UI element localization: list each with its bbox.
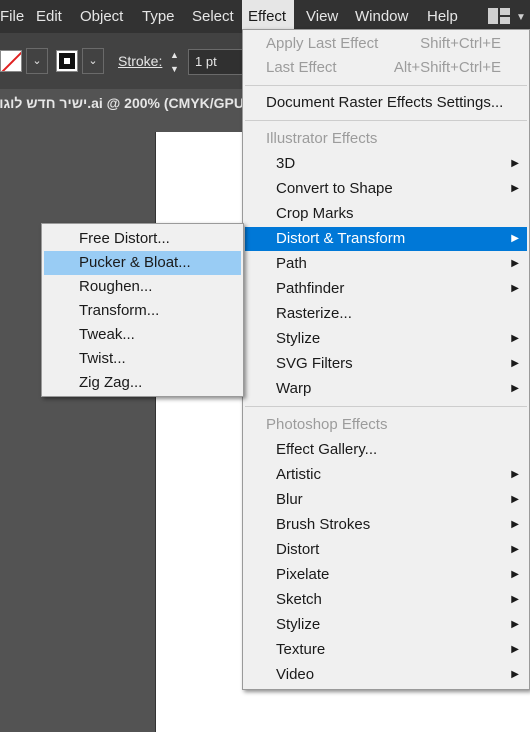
submenu-arrow-icon: ▶	[511, 258, 519, 269]
apply-last-effect-item[interactable]: Apply Last Effect Shift+Ctrl+E	[245, 32, 527, 56]
menu-select[interactable]: Select	[188, 0, 238, 33]
submenu-arrow-icon: ▶	[511, 383, 519, 394]
effect-pathfinder-item[interactable]: Pathfinder ▶	[245, 277, 527, 301]
illustrator-effects-header: Illustrator Effects	[266, 130, 378, 147]
submenu-item-label: Twist...	[79, 350, 126, 367]
tweak-item[interactable]: Tweak...	[44, 323, 241, 347]
distort-transform-submenu: Free Distort... Pucker & Bloat... Roughe…	[41, 223, 244, 397]
effect-convert-to-shape-item[interactable]: Convert to Shape ▶	[245, 177, 527, 201]
document-tab[interactable]: ישיר חדש לוגו.ai @ 200% (CMYK/GPU	[0, 89, 250, 119]
effect-rasterize-item[interactable]: Rasterize...	[245, 302, 527, 326]
none-slash-icon	[1, 51, 21, 71]
stepper-up-icon[interactable]: ▲	[170, 50, 179, 60]
menu-separator	[245, 120, 527, 121]
submenu-arrow-icon: ▶	[511, 544, 519, 555]
workspace-switcher-icon[interactable]	[488, 8, 510, 24]
submenu-arrow-icon: ▶	[511, 283, 519, 294]
submenu-arrow-icon: ▶	[511, 469, 519, 480]
effect-pixelate-item[interactable]: Pixelate ▶	[245, 563, 527, 587]
submenu-item-label: Roughen...	[79, 278, 153, 295]
effect-artistic-item[interactable]: Artistic ▶	[245, 463, 527, 487]
effect-video-item[interactable]: Video ▶	[245, 663, 527, 687]
effect-stylize-item[interactable]: Stylize ▶	[245, 327, 527, 351]
submenu-arrow-icon: ▶	[511, 669, 519, 680]
roughen-item[interactable]: Roughen...	[44, 275, 241, 299]
menu-type[interactable]: Type	[138, 0, 179, 33]
free-distort-item[interactable]: Free Distort...	[44, 227, 241, 251]
submenu-arrow-icon: ▶	[511, 333, 519, 344]
stroke-swatch-icon	[59, 53, 75, 69]
fill-none-swatch[interactable]	[0, 50, 22, 72]
transform-item[interactable]: Transform...	[44, 299, 241, 323]
submenu-arrow-icon: ▶	[511, 569, 519, 580]
effect-distort-item[interactable]: Distort ▶	[245, 538, 527, 562]
effect-brush-strokes-item[interactable]: Brush Strokes ▶	[245, 513, 527, 537]
effect-texture-item[interactable]: Texture ▶	[245, 638, 527, 662]
menu-object[interactable]: Object	[76, 0, 127, 33]
submenu-item-label: Tweak...	[79, 326, 135, 343]
last-effect-item[interactable]: Last Effect Alt+Shift+Ctrl+E	[245, 56, 527, 80]
photoshop-effects-header: Photoshop Effects	[266, 416, 388, 433]
effect-blur-item[interactable]: Blur ▶	[245, 488, 527, 512]
zig-zag-item[interactable]: Zig Zag...	[44, 371, 241, 395]
last-effect-shortcut: Alt+Shift+Ctrl+E	[393, 59, 501, 76]
menu-file[interactable]: File	[0, 0, 28, 33]
submenu-arrow-icon: ▶	[511, 494, 519, 505]
submenu-arrow-icon: ▶	[511, 358, 519, 369]
effect-sketch-item[interactable]: Sketch ▶	[245, 588, 527, 612]
submenu-item-label: Free Distort...	[79, 230, 170, 247]
chevron-down-icon[interactable]: ▼	[516, 12, 526, 23]
fill-dropdown[interactable]: ⌄	[26, 48, 48, 74]
effect-3d-item[interactable]: 3D ▶	[245, 152, 527, 176]
submenu-arrow-icon: ▶	[511, 594, 519, 605]
effect-svg-filters-item[interactable]: SVG Filters ▶	[245, 352, 527, 376]
stroke-color-swatch[interactable]	[56, 50, 78, 72]
chevron-down-icon: ⌄	[88, 55, 98, 67]
submenu-arrow-icon: ▶	[511, 619, 519, 630]
menu-separator	[245, 406, 527, 407]
chevron-down-icon: ⌄	[32, 55, 42, 67]
menu-edit[interactable]: Edit	[32, 0, 66, 33]
submenu-item-label: Transform...	[79, 302, 160, 319]
effect-menu: Apply Last Effect Shift+Ctrl+E Last Effe…	[242, 29, 530, 690]
submenu-arrow-icon: ▶	[511, 519, 519, 530]
submenu-item-label: Zig Zag...	[79, 374, 143, 391]
submenu-arrow-icon: ▶	[511, 233, 519, 244]
twist-item[interactable]: Twist...	[44, 347, 241, 371]
stepper-down-icon[interactable]: ▼	[170, 64, 179, 74]
document-raster-effects-settings-item[interactable]: Document Raster Effects Settings...	[245, 91, 527, 115]
stroke-weight-stepper[interactable]: ▲ ▼	[166, 48, 186, 78]
document-tab-title: ישיר חדש לוגו.ai @ 200% (CMYK/GPU	[0, 95, 244, 111]
submenu-arrow-icon: ▶	[511, 644, 519, 655]
stroke-label[interactable]: Stroke:	[118, 53, 162, 69]
effect-crop-marks-item[interactable]: Crop Marks	[245, 202, 527, 226]
effect-warp-item[interactable]: Warp ▶	[245, 377, 527, 401]
apply-last-effect-shortcut: Shift+Ctrl+E	[420, 35, 501, 52]
pucker-bloat-item[interactable]: Pucker & Bloat...	[44, 251, 241, 275]
stroke-dropdown[interactable]: ⌄	[82, 48, 104, 74]
menu-separator	[245, 85, 527, 86]
effect-ps-stylize-item[interactable]: Stylize ▶	[245, 613, 527, 637]
stroke-weight-input[interactable]: 1 pt	[188, 49, 248, 75]
submenu-arrow-icon: ▶	[511, 158, 519, 169]
effect-distort-transform-item[interactable]: Distort & Transform ▶	[245, 227, 527, 251]
effect-gallery-item[interactable]: Effect Gallery...	[245, 438, 527, 462]
submenu-item-label: Pucker & Bloat...	[79, 254, 191, 271]
submenu-arrow-icon: ▶	[511, 183, 519, 194]
effect-path-item[interactable]: Path ▶	[245, 252, 527, 276]
